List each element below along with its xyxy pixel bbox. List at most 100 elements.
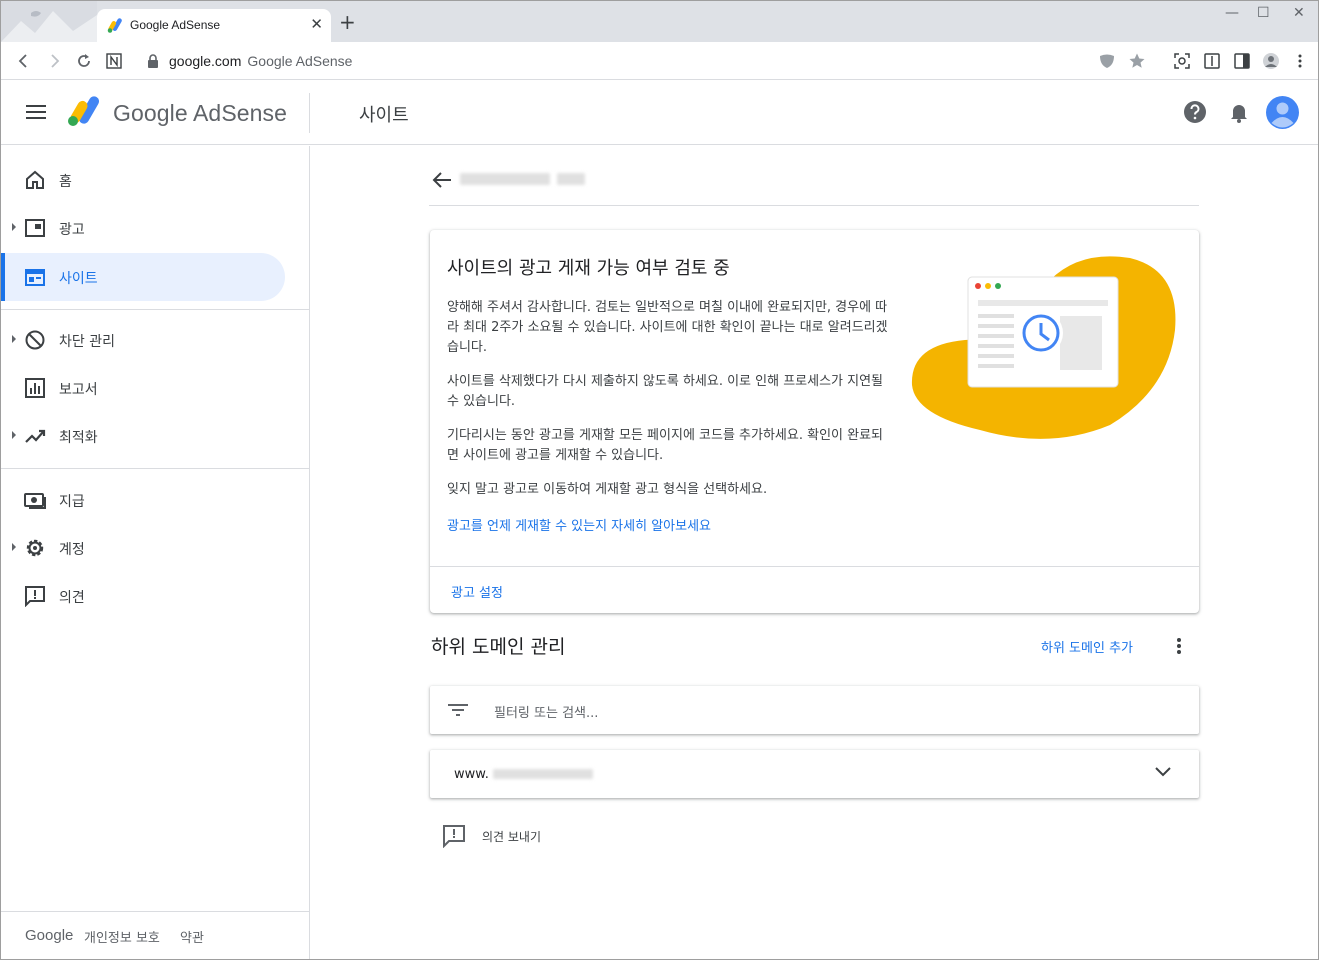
sidebar-item-label: 광고 (59, 222, 85, 238)
hamburger-menu-icon[interactable] (26, 104, 46, 120)
card-paragraph: 사이트를 삭제했다가 다시 제출하지 않도록 하세요. 이로 인해 프로세스가 … (447, 374, 884, 409)
reader-extension-icon[interactable] (1203, 52, 1221, 70)
ads-icon (25, 219, 45, 237)
sidebar-item-sites[interactable]: 사이트 (1, 253, 285, 301)
filter-search-input[interactable]: 필터링 또는 검색... (494, 702, 598, 721)
sidebar-item-account[interactable]: 계정 (1, 524, 285, 572)
brand-name[interactable]: Google AdSense (113, 100, 287, 127)
bookmark-star-icon[interactable] (1128, 52, 1146, 70)
maximize-button[interactable]: ☐ (1257, 5, 1270, 21)
adsense-logo-icon[interactable] (67, 96, 103, 126)
sidebar-item-home[interactable]: 홈 (1, 156, 285, 204)
review-clock-illustration-icon (911, 256, 1176, 439)
url-page-title: Google AdSense (247, 53, 353, 69)
sidebar-item-label: 최적화 (59, 430, 98, 446)
domain-prefix: www. (454, 767, 489, 782)
url-host: google.com (169, 53, 242, 69)
feedback-icon[interactable] (442, 824, 466, 848)
sidebar-item-label: 보고서 (59, 382, 98, 398)
sidebar-item-optimize[interactable]: 최적화 (1, 412, 285, 460)
more-options-icon[interactable] (1170, 636, 1188, 656)
subdomain-section-title: 하위 도메인 관리 (431, 636, 566, 658)
sidebar-item-payments[interactable]: 지급 (1, 476, 285, 524)
card-paragraph: 양해해 주셔서 감사합니다. 검토는 일반적으로 며칠 이내에 완료되지만, 경… (447, 300, 888, 355)
expand-caret-icon[interactable] (12, 335, 16, 343)
privacy-link[interactable]: 개인정보 보호 (84, 927, 160, 946)
forward-arrow-icon[interactable] (45, 52, 63, 70)
filter-icon (448, 704, 468, 716)
back-arrow-icon[interactable] (431, 170, 453, 190)
reports-icon (25, 378, 45, 398)
expand-caret-icon[interactable] (12, 223, 16, 231)
title-divider (429, 205, 1199, 206)
minimize-button[interactable]: — (1225, 5, 1239, 21)
page-title: 사이트 (359, 105, 409, 126)
list-item[interactable]: www. (430, 750, 1199, 798)
sidebar-item-label: 차단 관리 (59, 334, 115, 350)
screenshot-extension-icon[interactable] (1173, 52, 1191, 70)
sidebar-item-label: 사이트 (59, 271, 98, 287)
sidebar-footer: Google 개인정보 보호 약관 (1, 911, 309, 959)
card-footer-divider (430, 566, 1199, 567)
card-paragraph: 잊지 말고 광고로 이동하여 게재할 광고 형식을 선택하세요. (447, 482, 768, 497)
redacted-site-tld (557, 173, 585, 185)
naver-extension-icon[interactable] (105, 52, 123, 70)
expand-caret-icon[interactable] (12, 431, 16, 439)
browser-window: Google AdSense ✕ + — ☐ ✕ google.com Googl… (0, 0, 1319, 960)
ad-settings-link[interactable]: 광고 설정 (451, 582, 503, 601)
theme-art-icon (1, 1, 97, 42)
feedback-icon (25, 586, 45, 607)
block-icon (25, 330, 45, 350)
sites-icon (25, 269, 45, 286)
sidebar-item-feedback[interactable]: 의견 (1, 572, 285, 620)
close-window-button[interactable]: ✕ (1293, 5, 1305, 21)
sidebar-item-ads[interactable]: 광고 (1, 204, 285, 252)
reload-icon[interactable] (75, 52, 93, 70)
lock-icon (148, 54, 158, 68)
account-avatar-icon[interactable] (1266, 96, 1299, 129)
tab-title: Google AdSense (130, 18, 221, 32)
add-subdomain-button[interactable]: 하위 도메인 추가 (1041, 637, 1133, 656)
sidebar-item-label: 지급 (59, 494, 85, 510)
sidebar-divider (1, 468, 309, 469)
sidebar-item-label: 홈 (59, 174, 72, 190)
tab-bar: Google AdSense ✕ + — ☐ ✕ (1, 1, 1318, 42)
adsense-favicon-icon (107, 18, 122, 33)
browser-menu-icon[interactable] (1291, 52, 1309, 70)
side-panel-icon[interactable] (1233, 52, 1251, 70)
optimize-icon (25, 429, 46, 443)
expand-caret-icon[interactable] (12, 543, 16, 551)
help-icon[interactable] (1183, 100, 1207, 124)
filter-search-bar[interactable]: 필터링 또는 검색... (430, 686, 1199, 734)
account-gear-icon (26, 539, 44, 557)
new-tab-button[interactable]: + (339, 12, 356, 32)
address-bar[interactable]: google.com Google AdSense (169, 53, 352, 69)
redacted-site-name (460, 173, 550, 185)
home-icon (26, 170, 44, 189)
header-divider (309, 93, 310, 133)
sidebar-divider (1, 309, 309, 310)
shield-extension-icon[interactable] (1098, 52, 1116, 70)
card-paragraph: 기다리시는 동안 광고를 게재할 모든 페이지에 코드를 추가하세요. 확인이 … (447, 428, 884, 463)
send-feedback-button[interactable]: 의견 보내기 (482, 828, 541, 845)
review-status-card: 사이트의 광고 게재 가능 여부 검토 중 양해해 주셔서 감사합니다. 검토는… (430, 230, 1199, 613)
browser-toolbar: google.com Google AdSense (1, 42, 1318, 80)
sidebar-nav: 홈 광고 사이트 차단 관리 보고서 최적화 지급 계정 의견 Google 개… (1, 146, 310, 959)
sidebar-item-label: 의견 (59, 590, 85, 606)
footer-google[interactable]: Google (25, 927, 73, 944)
card-title: 사이트의 광고 게재 가능 여부 검토 중 (447, 258, 730, 279)
terms-link[interactable]: 약관 (180, 927, 204, 946)
sidebar-item-reports[interactable]: 보고서 (1, 364, 285, 412)
notifications-bell-icon[interactable] (1227, 100, 1251, 124)
app-header: Google AdSense 사이트 (1, 81, 1318, 145)
payments-icon (24, 493, 46, 509)
tab-adsense[interactable]: Google AdSense ✕ (97, 9, 331, 42)
profile-avatar-icon[interactable] (1262, 52, 1280, 70)
learn-more-link[interactable]: 광고를 언제 게재할 수 있는지 자세히 알아보세요 (447, 515, 711, 534)
sidebar-item-blocking[interactable]: 차단 관리 (1, 316, 285, 364)
redacted-domain (493, 769, 593, 779)
sidebar-item-label: 계정 (59, 542, 85, 558)
back-arrow-icon[interactable] (15, 52, 33, 70)
chevron-down-icon[interactable] (1154, 766, 1172, 778)
tab-close-icon[interactable]: ✕ (310, 15, 323, 33)
